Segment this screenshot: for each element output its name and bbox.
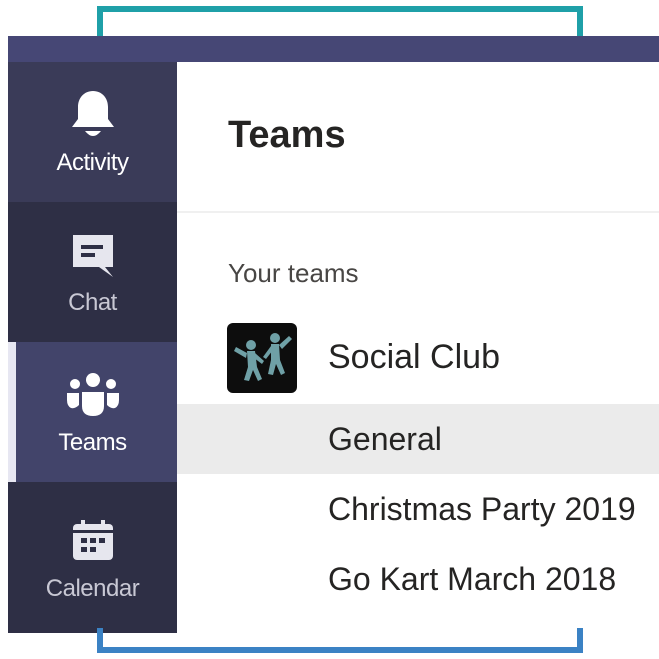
header-divider xyxy=(177,211,659,213)
page-title: Teams xyxy=(228,114,346,156)
channel-label: Go Kart March 2018 xyxy=(328,561,617,597)
teams-panel: Teams Your teams Social Club General Chr… xyxy=(177,62,659,633)
app-bar-label: Calendar xyxy=(45,574,140,602)
teams-people-icon xyxy=(65,367,121,423)
app-bar-label: Teams xyxy=(58,429,127,456)
team-row-social-club[interactable]: Social Club xyxy=(177,320,659,396)
dancing-people-icon xyxy=(227,323,297,393)
app-bar-label: Activity xyxy=(56,149,129,176)
channel-label: Christmas Party 2019 xyxy=(328,491,636,527)
bell-icon xyxy=(65,87,121,143)
channel-general[interactable]: General xyxy=(177,404,659,474)
channel-label: General xyxy=(328,421,442,457)
app-bar-item-teams[interactable]: Teams xyxy=(8,342,177,482)
app-bar-item-chat[interactable]: Chat xyxy=(8,202,177,342)
app-bar-item-calendar[interactable]: Calendar xyxy=(8,482,177,633)
channel-christmas-party-2019[interactable]: Christmas Party 2019 xyxy=(177,474,659,544)
team-name: Social Club xyxy=(328,338,500,376)
calendar-icon xyxy=(65,513,121,569)
app-bar: Activity Chat Teams Calendar xyxy=(8,62,177,633)
app-bar-label: Chat xyxy=(68,289,117,316)
app-bar-item-activity[interactable]: Activity xyxy=(8,62,177,202)
chat-bubble-icon xyxy=(65,227,121,283)
callout-bracket-bottom xyxy=(97,628,583,653)
title-bar xyxy=(8,36,659,62)
section-label-your-teams: Your teams xyxy=(228,258,359,288)
channel-go-kart-march-2018[interactable]: Go Kart March 2018 xyxy=(177,544,659,614)
teams-app-window: Activity Chat Teams Calendar Teams Your … xyxy=(8,36,659,633)
